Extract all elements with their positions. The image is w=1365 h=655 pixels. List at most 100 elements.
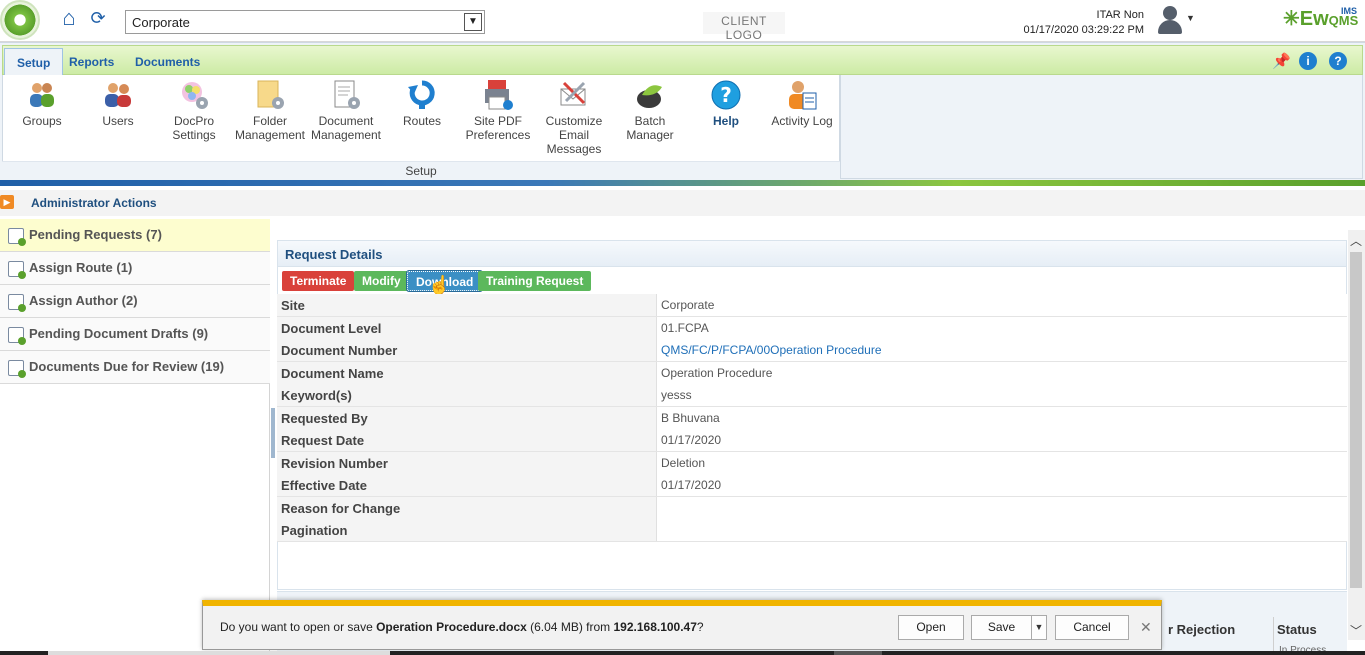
svg-text:?: ?: [720, 83, 732, 107]
home-icon[interactable]: ⌂: [57, 6, 81, 30]
field-label: Document Name: [277, 361, 657, 384]
field-label: Request Date: [277, 429, 657, 451]
request-details-title: Request Details: [285, 247, 383, 262]
site-select[interactable]: Corporate ▼: [125, 10, 485, 34]
taskbar: [0, 651, 1365, 655]
table-row: Revision Number Deletion: [277, 451, 1347, 474]
app-logo[interactable]: [0, 0, 40, 40]
menu-item-assign-author[interactable]: Assign Author (2): [0, 285, 270, 318]
menu-item-label: Documents Due for Review (19): [29, 359, 225, 374]
client-logo: CLIENT LOGO: [703, 12, 785, 42]
table-row: Document Number QMS/FC/P/FCPA/00Operation…: [277, 339, 1347, 362]
ribbon-docpro-settings-button[interactable]: DocPro Settings: [156, 77, 232, 157]
column-divider: [1273, 617, 1274, 655]
field-value: B Bhuvana: [657, 406, 1347, 429]
request-details-table: Site Corporate Document Level 01.FCPA Docu…: [277, 294, 1347, 542]
left-menu: Pending Requests (7) Assign Route (1) As…: [0, 219, 270, 655]
ribbon: Setup Reports Documents 📌 i ? Groups Use…: [0, 42, 1365, 180]
field-label: Effective Date: [277, 474, 657, 496]
ribbon-activity-log-button[interactable]: Activity Log: [764, 77, 840, 157]
ribbon-site-pdf-preferences-button[interactable]: Site PDF Preferences: [460, 77, 536, 157]
menu-item-label: Pending Requests (7): [29, 227, 162, 242]
ribbon-groups-button[interactable]: Groups: [4, 77, 80, 157]
brand-logo: ✳Ew IMS QMS: [1283, 6, 1359, 30]
pin-icon[interactable]: 📌: [1272, 52, 1291, 70]
ribbon-folder-management-button[interactable]: Folder Management: [232, 77, 308, 157]
ribbon-users-button[interactable]: Users: [80, 77, 156, 157]
open-button[interactable]: Open: [898, 615, 964, 640]
field-value: 01/17/2020: [657, 429, 1347, 451]
terminate-button[interactable]: Terminate: [282, 271, 355, 291]
breadcrumb: ▶ Administrator Actions: [0, 190, 1365, 216]
ribbon-document-management-button[interactable]: Document Management: [308, 77, 384, 157]
table-row: Site Corporate: [277, 294, 1347, 317]
scroll-thumb[interactable]: [1350, 252, 1362, 588]
user-avatar-icon[interactable]: [1155, 4, 1185, 34]
batch-manager-icon: [634, 79, 666, 111]
ribbon-routes-button[interactable]: Routes: [384, 77, 460, 157]
field-label: Document Number: [277, 339, 657, 361]
tab-reports[interactable]: Reports: [57, 48, 126, 76]
tab-documents[interactable]: Documents: [123, 48, 212, 76]
taskbar-segment: [48, 651, 390, 655]
document-management-icon: [330, 79, 362, 111]
document-number-link[interactable]: QMS/FC/P/FCPA/00Operation Procedure: [657, 339, 1347, 361]
pending-requests-icon: [8, 228, 26, 246]
menu-item-documents-due-for-review[interactable]: Documents Due for Review (19): [0, 351, 270, 384]
help-circle-icon[interactable]: ?: [1329, 52, 1347, 70]
column-header-status: Status: [1277, 622, 1317, 637]
ribbon-help-label: Help: [712, 114, 739, 128]
field-label: Pagination: [277, 519, 657, 541]
site-select-value: Corporate: [132, 15, 190, 30]
menu-item-label: Pending Document Drafts (9): [29, 326, 209, 341]
refresh-icon[interactable]: ⟳: [86, 6, 110, 30]
ribbon-docpro-settings-label: DocPro Settings: [172, 114, 216, 142]
request-details-header: Request Details: [278, 241, 1346, 267]
menu-item-assign-route[interactable]: Assign Route (1): [0, 252, 270, 285]
download-notification-bar: Do you want to open or save Operation Pr…: [202, 600, 1162, 650]
header-color-bar: [0, 180, 1365, 186]
user-menu-caret-icon[interactable]: ▼: [1186, 13, 1195, 23]
ribbon-routes-label: Routes: [402, 114, 442, 128]
folder-management-icon: [254, 79, 286, 111]
table-row: Keyword(s) yesss: [277, 384, 1347, 407]
menu-item-pending-requests[interactable]: Pending Requests (7): [0, 219, 270, 252]
table-row: Document Level 01.FCPA: [277, 316, 1347, 339]
scroll-down-icon[interactable]: ﹀: [1350, 622, 1362, 639]
table-row: Requested By B Bhuvana: [277, 406, 1347, 429]
table-row: Pagination: [277, 519, 1347, 542]
ribbon-site-pdf-preferences-label: Site PDF Preferences: [465, 114, 531, 142]
pane-splitter[interactable]: [271, 408, 275, 458]
cancel-button[interactable]: Cancel: [1055, 615, 1129, 640]
field-label: Site: [277, 294, 657, 316]
pending-drafts-icon: [8, 327, 26, 345]
vertical-scrollbar[interactable]: ︿ ﹀: [1348, 230, 1365, 640]
download-message: Do you want to open or save Operation Pr…: [220, 620, 704, 634]
table-row: Effective Date 01/17/2020: [277, 474, 1347, 497]
scroll-up-icon[interactable]: ︿: [1350, 232, 1362, 249]
menu-item-pending-document-drafts[interactable]: Pending Document Drafts (9): [0, 318, 270, 351]
download-host: 192.168.100.47: [613, 620, 697, 634]
training-request-button[interactable]: Training Request: [478, 271, 592, 291]
ribbon-customize-email-button[interactable]: Customize Email Messages: [536, 77, 612, 157]
info-icon[interactable]: i: [1299, 52, 1317, 70]
ribbon-tabbar: Setup Reports Documents 📌 i ?: [2, 45, 1363, 76]
ribbon-help-button[interactable]: ? Help: [688, 77, 764, 157]
modify-button[interactable]: Modify: [354, 271, 409, 291]
field-value: 01.FCPA: [657, 316, 1347, 339]
save-button[interactable]: Save: [971, 615, 1032, 640]
user-name: ITAR Non: [1096, 9, 1144, 21]
field-label: Reason for Change: [277, 496, 657, 519]
documents-review-icon: [8, 360, 26, 378]
tab-setup[interactable]: Setup: [4, 48, 64, 76]
save-options-chevron-icon[interactable]: ▼: [1031, 615, 1047, 640]
ribbon-batch-manager-button[interactable]: Batch Manager: [612, 77, 688, 157]
close-icon[interactable]: ✕: [1140, 619, 1152, 636]
ribbon-groups-label: Groups: [22, 114, 62, 128]
help-icon: ?: [710, 79, 742, 111]
download-filename: Operation Procedure.docx: [376, 620, 527, 634]
field-label: Keyword(s): [277, 384, 657, 406]
column-header-rejection: r Rejection: [1168, 622, 1236, 637]
groups-icon: [26, 79, 58, 111]
chevron-down-icon[interactable]: ▼: [464, 13, 482, 31]
